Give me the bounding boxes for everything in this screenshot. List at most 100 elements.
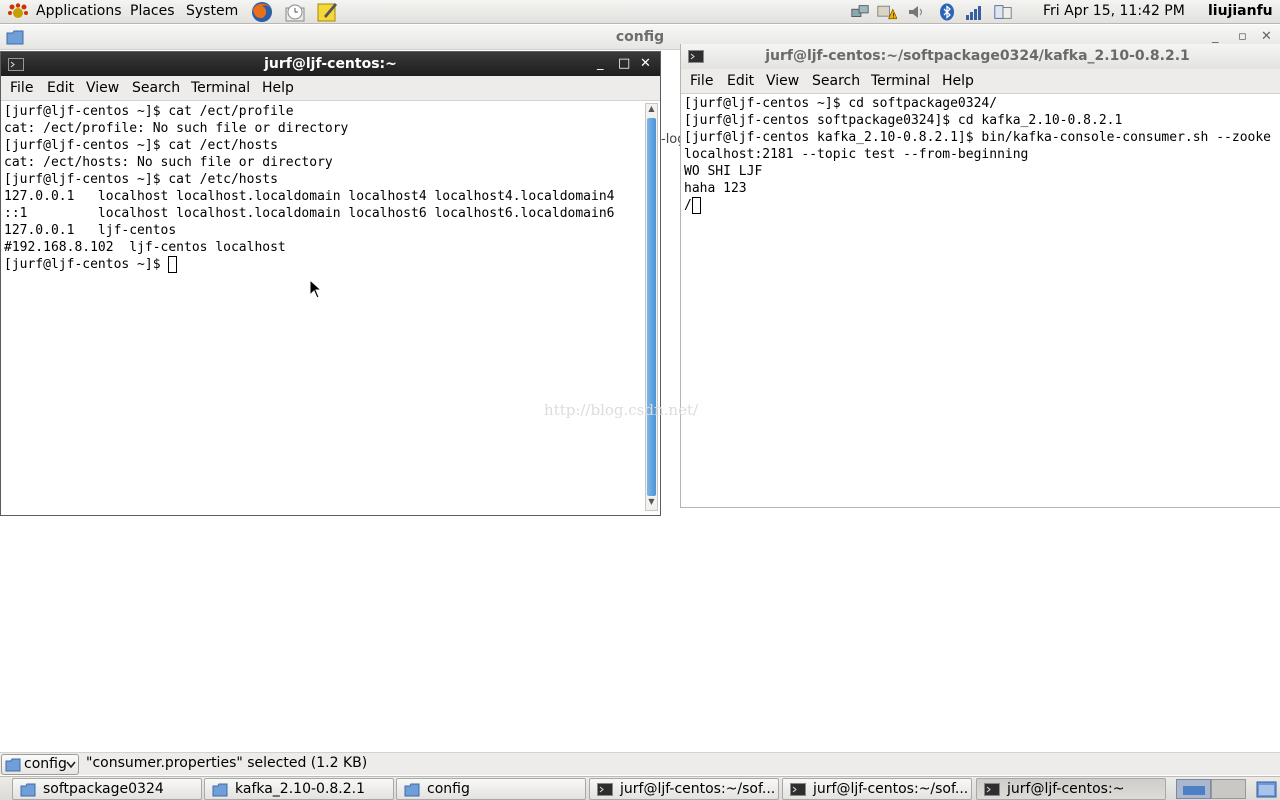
menu-view[interactable]: View xyxy=(766,73,799,89)
maximize-button[interactable]: ▫ xyxy=(1238,29,1247,45)
terminal-prompt-line: [jurf@ljf-centos ~]$ xyxy=(4,256,614,273)
volume-icon[interactable] xyxy=(906,3,926,21)
terminal-prompt: / xyxy=(684,198,692,213)
taskbar-item-label: kafka_2.10-0.8.2.1 xyxy=(235,781,366,797)
text-cursor xyxy=(691,197,701,214)
user-name[interactable]: liujianfu xyxy=(1208,3,1273,19)
terminal-line: 127.0.0.1 localhost localhost.localdomai… xyxy=(4,189,615,204)
right-terminal-title: jurf@ljf-centos:~/softpackage0324/kafka_… xyxy=(765,48,1190,64)
notes-icon[interactable] xyxy=(316,1,338,23)
terminal-line: [jurf@ljf-centos ~]$ cat /ect/hosts xyxy=(4,138,278,153)
minimize-button[interactable]: _ xyxy=(597,56,604,72)
bottom-panel: softpackage0324 kafka_2.10-0.8.2.1 confi… xyxy=(0,776,1280,800)
show-desktop-icon[interactable] xyxy=(1256,780,1278,799)
right-terminal-titlebar[interactable]: jurf@ljf-centos:~/softpackage0324/kafka_… xyxy=(681,44,1280,69)
terminal-line: WO SHI LJF xyxy=(684,164,763,179)
menu-search[interactable]: Search xyxy=(812,73,860,89)
terminal-prompt: [jurf@ljf-centos ~]$ xyxy=(4,257,169,272)
taskbar-item-label: softpackage0324 xyxy=(43,781,164,797)
location-select[interactable]: config xyxy=(1,754,79,775)
taskbar-item[interactable]: kafka_2.10-0.8.2.1 xyxy=(204,778,394,800)
menu-file[interactable]: File xyxy=(10,80,33,96)
terminal-line: cat: /ect/profile: No such file or direc… xyxy=(4,121,349,136)
menu-help[interactable]: Help xyxy=(942,73,974,89)
right-terminal-output[interactable]: [jurf@ljf-centos ~]$ cd softpackage0324/… xyxy=(684,95,1271,214)
terminal-line: ::1 localhost localhost.localdomain loca… xyxy=(4,206,615,221)
minimize-button[interactable]: _ xyxy=(1212,29,1219,45)
left-terminal-menubar: File Edit View Search Terminal Help xyxy=(1,76,660,101)
network-icon[interactable] xyxy=(850,3,870,21)
menu-edit[interactable]: Edit xyxy=(47,80,74,96)
menu-terminal[interactable]: Terminal xyxy=(871,73,930,89)
bluetooth-icon[interactable] xyxy=(937,3,957,21)
terminal-line: localhost:2181 --topic test --from-begin… xyxy=(684,147,1029,162)
workspace-1[interactable] xyxy=(1176,779,1211,799)
chevron-down-icon xyxy=(66,761,76,769)
gnome-foot-icon xyxy=(8,3,28,18)
terminal-line: [jurf@ljf-centos ~]$ cat /etc/hosts xyxy=(4,172,278,187)
close-button[interactable]: ✕ xyxy=(640,56,651,72)
terminal-prompt-line: / xyxy=(684,197,1271,214)
close-button[interactable]: ✕ xyxy=(1261,29,1272,45)
taskbar-item[interactable]: config xyxy=(396,778,586,800)
menu-file[interactable]: File xyxy=(690,73,713,89)
scrollbar-thumb[interactable] xyxy=(647,118,656,496)
left-terminal-titlebar[interactable]: jurf@ljf-centos:~ _ □ ✕ xyxy=(1,52,660,76)
taskbar-item-label: config xyxy=(427,781,470,797)
svg-text:!: ! xyxy=(892,12,895,20)
right-terminal-window[interactable]: jurf@ljf-centos:~/softpackage0324/kafka_… xyxy=(680,44,1280,508)
taskbar-item-label: jurf@ljf-centos:~/sof... xyxy=(813,781,969,797)
right-terminal-menubar: File Edit View Search Terminal Help xyxy=(681,69,1280,94)
top-panel: Applications Places System ! Fri Apr 15,… xyxy=(0,0,1280,24)
workspace-2[interactable] xyxy=(1211,779,1246,799)
clipboard-icon[interactable] xyxy=(993,3,1013,21)
menu-edit[interactable]: Edit xyxy=(727,73,754,89)
menu-applications[interactable]: Applications xyxy=(36,3,122,19)
terminal-line: [jurf@ljf-centos kafka_2.10-0.8.2.1]$ bi… xyxy=(684,130,1271,145)
maximize-button[interactable]: □ xyxy=(618,56,630,72)
menu-search[interactable]: Search xyxy=(132,80,180,96)
left-terminal-window[interactable]: jurf@ljf-centos:~ _ □ ✕ File Edit View S… xyxy=(0,51,661,516)
taskbar-item[interactable]: softpackage0324 xyxy=(12,778,202,800)
clock[interactable]: Fri Apr 15, 11:42 PM xyxy=(1043,3,1185,19)
file-manager-statusbar: config "consumer.properties" selected (1… xyxy=(0,752,1280,775)
terminal-line: cat: /ect/hosts: No such file or directo… xyxy=(4,155,333,170)
terminal-icon xyxy=(790,783,806,796)
folder-icon xyxy=(404,783,420,797)
watermark: http://blog.csdn.net/ xyxy=(544,401,699,419)
scroll-up-arrow-icon[interactable]: ▲ xyxy=(646,104,657,117)
left-terminal-title: jurf@ljf-centos:~ xyxy=(264,56,397,72)
mail-clock-icon[interactable] xyxy=(284,1,306,23)
menu-help[interactable]: Help xyxy=(262,80,294,96)
taskbar-item[interactable]: jurf@ljf-centos:~/sof... xyxy=(589,778,779,800)
folder-icon xyxy=(5,758,21,772)
file-manager-title: config xyxy=(615,29,665,45)
taskbar-item-label: jurf@ljf-centos:~ xyxy=(1007,781,1125,797)
mouse-pointer-icon xyxy=(309,279,323,299)
menu-view[interactable]: View xyxy=(86,80,119,96)
terminal-line: [jurf@ljf-centos ~]$ cat /ect/profile xyxy=(4,104,294,119)
menu-system[interactable]: System xyxy=(186,3,238,19)
warning-icon[interactable]: ! xyxy=(877,3,897,21)
terminal-icon xyxy=(984,783,1000,796)
terminal-line: [jurf@ljf-centos softpackage0324]$ cd ka… xyxy=(684,113,1123,128)
terminal-line: haha 123 xyxy=(684,181,747,196)
terminal-line: [jurf@ljf-centos ~]$ cd softpackage0324/ xyxy=(684,96,998,111)
menu-terminal[interactable]: Terminal xyxy=(191,80,250,96)
scroll-down-arrow-icon[interactable]: ▼ xyxy=(646,497,657,510)
text-cursor xyxy=(168,256,178,273)
workspace-switcher[interactable] xyxy=(1176,779,1246,799)
signal-icon[interactable] xyxy=(964,3,984,21)
taskbar-item[interactable]: jurf@ljf-centos:~/sof... xyxy=(782,778,972,800)
terminal-line: 127.0.0.1 ljf-centos xyxy=(4,223,177,238)
left-terminal-output[interactable]: [jurf@ljf-centos ~]$ cat /ect/profile cat… xyxy=(4,103,614,273)
menu-places[interactable]: Places xyxy=(130,3,175,19)
status-text: "consumer.properties" selected (1.2 KB) xyxy=(86,755,368,771)
taskbar-item-label: jurf@ljf-centos:~/sof... xyxy=(620,781,776,797)
taskbar-item-active[interactable]: jurf@ljf-centos:~ xyxy=(976,778,1166,800)
firefox-icon[interactable] xyxy=(250,1,274,23)
location-select-value: config xyxy=(24,756,67,772)
folder-icon xyxy=(20,783,36,797)
vertical-scrollbar[interactable]: ▲ ▼ xyxy=(645,103,658,511)
terminal-line: #192.168.8.102 ljf-centos localhost xyxy=(4,240,286,255)
